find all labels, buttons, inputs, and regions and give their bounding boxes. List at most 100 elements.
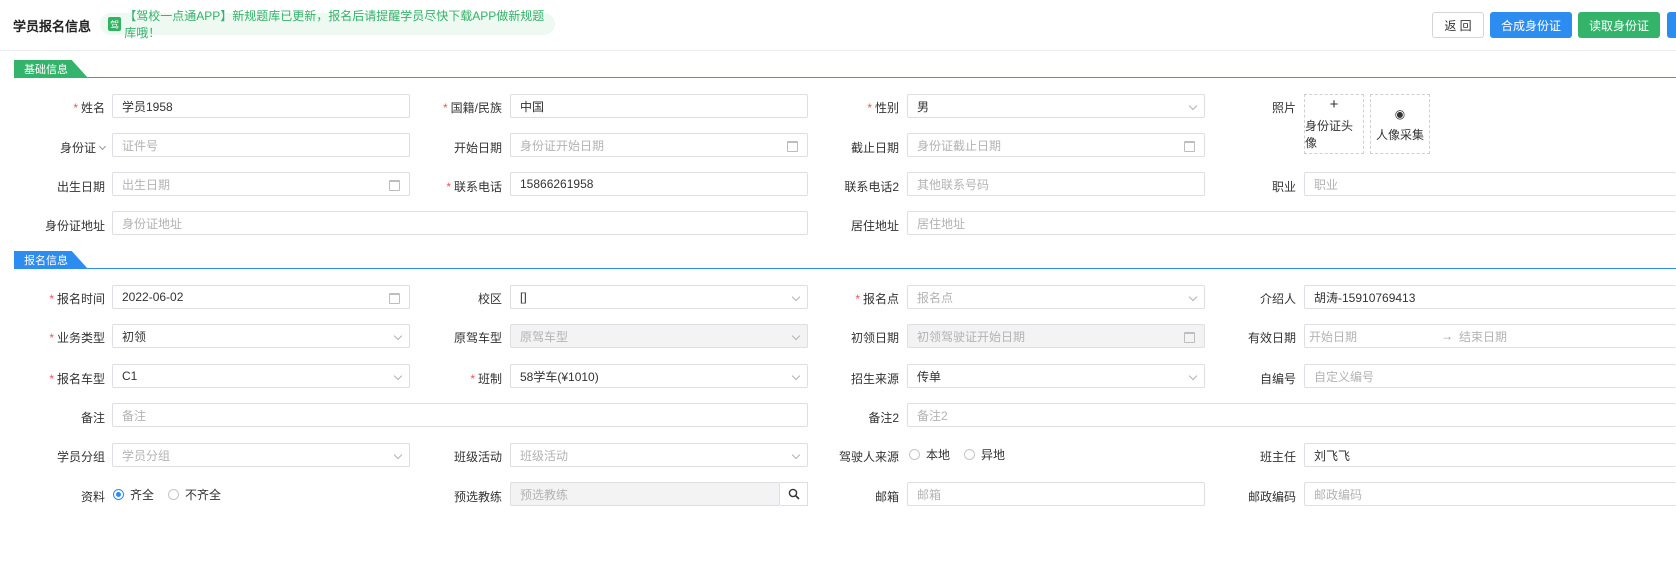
more-button[interactable]	[1667, 12, 1676, 38]
signup-time-label: * 报名时间	[49, 292, 105, 306]
gender-select[interactable]: 男	[907, 94, 1205, 118]
plus-icon: +	[1329, 96, 1339, 113]
self-no-label: 自编号	[1259, 372, 1296, 386]
referrer-label: 介绍人	[1259, 292, 1296, 306]
radio-checked-icon	[113, 488, 124, 500]
end-date-label: 截止日期	[850, 141, 899, 155]
chevron-down-icon	[98, 142, 107, 151]
postal-label: 邮政编码	[1247, 490, 1296, 504]
radio-circle-icon	[964, 448, 976, 460]
phone2-input[interactable]: 其他联系号码	[907, 172, 1205, 196]
biz-type-label: * 业务类型	[49, 331, 105, 345]
name-label: * 姓名	[73, 101, 105, 115]
phone2-label: 联系电话2	[844, 180, 899, 194]
remark2-label: 备注2	[868, 411, 899, 425]
id-end-date-input[interactable]: 身份证截止日期	[907, 133, 1205, 157]
calendar-icon	[389, 293, 400, 304]
chevron-down-icon	[393, 371, 403, 381]
live-address-label: 居住地址	[850, 219, 899, 233]
orig-car-select: 原驾车型	[510, 324, 808, 348]
search-icon	[788, 488, 800, 500]
id-address-label: 身份证地址	[44, 219, 105, 233]
group-select[interactable]: 学员分组	[112, 443, 410, 467]
birth-date-label: 出生日期	[56, 180, 105, 194]
campus-label: 校区	[477, 292, 502, 306]
chevron-down-icon	[393, 450, 403, 460]
page-header: 学员报名信息 驾 【驾校一点通APP】新规题库已更新，报名后请提醒学员尽快下载A…	[0, 0, 1676, 51]
photo-label: 照片	[1271, 101, 1296, 115]
job-label: 职业	[1271, 180, 1296, 194]
chevron-down-icon	[1188, 371, 1198, 381]
phone-label: * 联系电话	[446, 180, 502, 194]
phone-input[interactable]: 15866261958	[510, 172, 808, 196]
class-select[interactable]: 58学车(¥1010)	[510, 364, 808, 388]
chevron-down-icon	[791, 331, 801, 341]
signup-point-select[interactable]: 报名点	[907, 285, 1205, 309]
live-address-input[interactable]: 居住地址	[907, 211, 1676, 235]
orig-car-label: 原驾车型	[453, 331, 502, 345]
email-label: 邮箱	[874, 490, 899, 504]
postal-input[interactable]: 邮政编码	[1304, 482, 1676, 506]
calendar-icon	[1184, 332, 1195, 343]
id-address-input[interactable]: 身份证地址	[112, 211, 808, 235]
name-input[interactable]: 学员1958	[112, 94, 410, 118]
email-input[interactable]: 邮箱	[907, 482, 1205, 506]
section-signup-tab: 报名信息	[14, 251, 88, 269]
id-type-select[interactable]: 身份证	[20, 139, 107, 156]
valid-end-input[interactable]: 结束日期	[1459, 328, 1507, 345]
start-date-label: 开始日期	[453, 141, 502, 155]
teacher-label: 班主任	[1259, 450, 1296, 464]
referrer-input[interactable]: 胡涛-15910769413	[1304, 285, 1676, 309]
valid-date-label: 有效日期	[1247, 331, 1296, 345]
calendar-icon	[389, 180, 400, 191]
chevron-down-icon	[791, 450, 801, 460]
car-type-select[interactable]: C1	[112, 364, 410, 388]
origin-local-radio[interactable]: 本地	[909, 446, 950, 463]
id-number-input[interactable]: 证件号	[112, 133, 410, 157]
self-no-input[interactable]: 自定义编号	[1304, 364, 1676, 388]
remark2-input[interactable]: 备注2	[907, 403, 1676, 427]
docs-radio-group: 齐全 不齐全	[113, 486, 235, 502]
chevron-down-icon	[1188, 292, 1198, 302]
coach-input: 预选教练	[510, 482, 780, 506]
back-button[interactable]: 返 回	[1432, 12, 1484, 38]
radio-circle-icon	[909, 448, 920, 460]
gender-label: * 性别	[867, 101, 899, 115]
section-basic-line	[14, 77, 1676, 78]
app-logo-icon: 驾	[108, 17, 122, 31]
activity-select[interactable]: 班级活动	[510, 443, 808, 467]
docs-full-radio[interactable]: 齐全	[113, 486, 154, 503]
signup-time-input[interactable]: 2022-06-02	[112, 285, 410, 309]
chevron-down-icon	[1188, 101, 1198, 111]
calendar-icon	[787, 141, 798, 152]
photo-capture-button[interactable]: ◉ 人像采集	[1370, 94, 1430, 154]
chevron-down-icon	[393, 331, 403, 341]
radio-circle-icon	[168, 488, 180, 500]
coach-search-button[interactable]	[780, 482, 808, 506]
notice-banner: 驾 【驾校一点通APP】新规题库已更新，报名后请提醒学员尽快下载APP做新规题库…	[100, 9, 555, 40]
biz-type-select[interactable]: 初领	[112, 324, 410, 348]
teacher-input[interactable]: 刘飞飞	[1304, 443, 1676, 467]
photo-id-button[interactable]: + 身份证头像	[1304, 94, 1364, 154]
compose-id-button[interactable]: 合成身份证	[1490, 12, 1572, 38]
valid-date-range[interactable]: 开始日期 → 结束日期	[1304, 324, 1676, 348]
group-label: 学员分组	[56, 450, 105, 464]
remark-label: 备注	[80, 411, 105, 425]
valid-start-input[interactable]: 开始日期	[1309, 328, 1441, 345]
read-id-button[interactable]: 读取身份证	[1578, 12, 1660, 38]
docs-partial-radio[interactable]: 不齐全	[168, 486, 221, 503]
page-title: 学员报名信息	[13, 19, 92, 34]
source-select[interactable]: 传单	[907, 364, 1205, 388]
docs-label: 资料	[80, 490, 105, 504]
nation-input[interactable]: 中国	[510, 94, 808, 118]
birth-date-input[interactable]: 出生日期	[112, 172, 410, 196]
coach-label: 预选教练	[453, 490, 502, 504]
remark-input[interactable]: 备注	[112, 403, 808, 427]
campus-select[interactable]: []	[510, 285, 808, 309]
id-start-date-input[interactable]: 身份证开始日期	[510, 133, 808, 157]
origin-other-radio[interactable]: 异地	[964, 446, 1005, 463]
nation-label: * 国籍/民族	[442, 101, 502, 115]
camera-icon: ◉	[1394, 106, 1406, 121]
source-label: 招生来源	[850, 372, 899, 386]
job-input[interactable]: 职业	[1304, 172, 1676, 196]
